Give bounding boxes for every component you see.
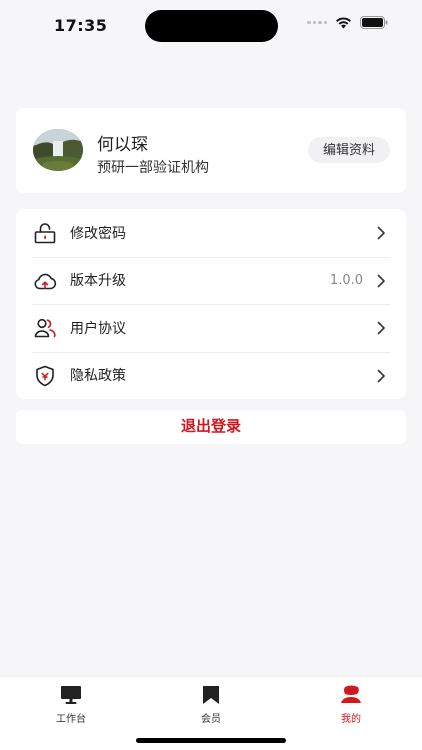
menu-item-label: 隐私政策 [70, 368, 126, 385]
chevron-right-icon [377, 226, 385, 240]
tab-workbench[interactable]: 工作台 [31, 685, 111, 725]
tab-label: 会员 [201, 714, 221, 725]
users-icon [34, 318, 56, 338]
user-name: 何以琛 [97, 135, 148, 155]
edit-profile-button[interactable]: 编辑资料 [307, 137, 390, 163]
user-organization: 预研一部验证机构 [97, 160, 209, 176]
menu-item-label: 修改密码 [70, 225, 126, 242]
menu-item-privacy-policy[interactable]: 隐私政策 [16, 351, 406, 400]
profile-icon [341, 685, 361, 703]
chevron-right-icon [377, 321, 385, 335]
tab-label: 我的 [341, 714, 361, 725]
logout-button[interactable]: 退出登录 [16, 410, 406, 444]
settings-menu: 修改密码 版本升级 1.0.0 用户协议 隐私政策 [16, 209, 406, 399]
cellular-signal-icon [307, 20, 327, 25]
menu-item-change-password[interactable]: 修改密码 [16, 209, 406, 257]
monitor-icon [61, 686, 81, 704]
version-number: 1.0.0 [329, 272, 363, 288]
status-bar: 17:35 [0, 0, 422, 52]
profile-card: 何以琛 预研一部验证机构 编辑资料 [16, 108, 406, 193]
lock-icon [34, 223, 56, 244]
menu-item-label: 用户协议 [70, 320, 126, 337]
tab-mine[interactable]: 我的 [311, 685, 391, 725]
avatar[interactable] [33, 129, 83, 171]
status-time: 17:35 [54, 16, 108, 35]
battery-icon [360, 16, 388, 29]
wifi-icon [336, 17, 351, 29]
cloud-upload-icon [34, 273, 57, 289]
menu-item-user-agreement[interactable]: 用户协议 [16, 304, 406, 352]
shield-icon [36, 365, 54, 386]
chevron-right-icon [377, 274, 385, 287]
tab-member[interactable]: 会员 [171, 685, 251, 725]
dynamic-island [145, 10, 278, 42]
avatar-image [33, 129, 83, 171]
home-indicator [136, 738, 286, 743]
status-icons [307, 16, 388, 29]
tab-label: 工作台 [56, 714, 86, 725]
flag-icon [203, 686, 219, 704]
menu-item-label: 版本升级 [70, 273, 126, 290]
chevron-right-icon [377, 369, 385, 382]
menu-item-version-upgrade[interactable]: 版本升级 1.0.0 [16, 256, 406, 305]
